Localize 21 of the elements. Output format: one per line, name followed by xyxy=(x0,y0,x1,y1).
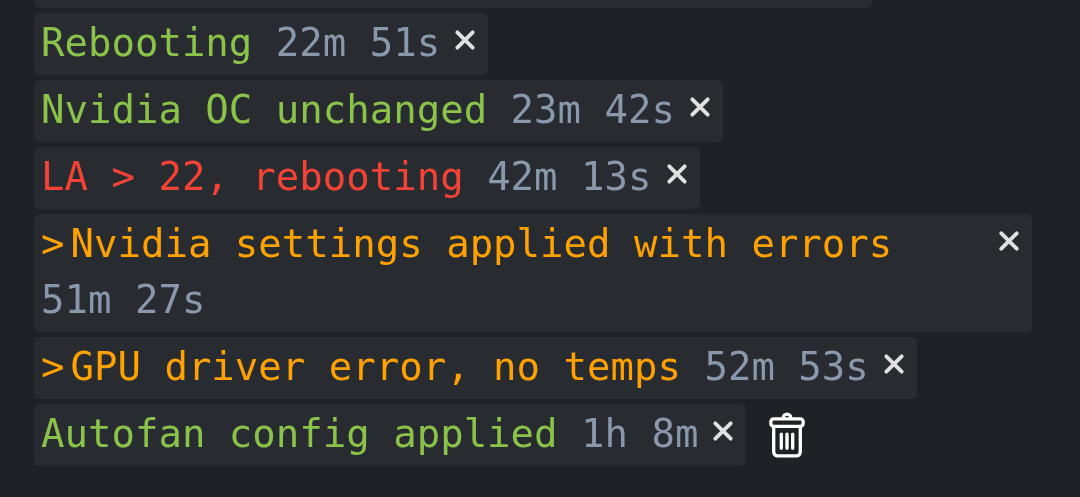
message-text: Nvidia settings applied with errors xyxy=(70,221,893,266)
message-text: Rebooting xyxy=(41,20,253,65)
elapsed-time: 51m 27s xyxy=(41,277,206,322)
message-text: LA > 22, rebooting xyxy=(41,154,464,199)
close-icon[interactable] xyxy=(882,353,905,375)
trash-icon[interactable] xyxy=(768,412,807,458)
close-icon[interactable] xyxy=(998,230,1020,252)
elapsed-time: 52m 53s xyxy=(704,344,869,389)
elapsed-time: 42m 13s xyxy=(487,154,652,199)
message-text: GPU driver error, no temps xyxy=(70,344,681,389)
elapsed-time: 1h 8m xyxy=(581,411,699,456)
close-icon[interactable] xyxy=(712,420,735,442)
expand-marker[interactable]: > xyxy=(41,221,65,266)
message-text: Autofan config applied xyxy=(41,411,558,456)
elapsed-time: 23m 42s xyxy=(510,87,675,132)
elapsed-time: 22m 51s xyxy=(275,20,441,65)
expand-marker[interactable]: > xyxy=(41,344,65,389)
close-icon[interactable] xyxy=(665,163,688,185)
close-icon[interactable] xyxy=(454,29,477,51)
message-text: Nvidia OC unchanged xyxy=(41,87,488,132)
close-icon[interactable] xyxy=(689,96,711,118)
